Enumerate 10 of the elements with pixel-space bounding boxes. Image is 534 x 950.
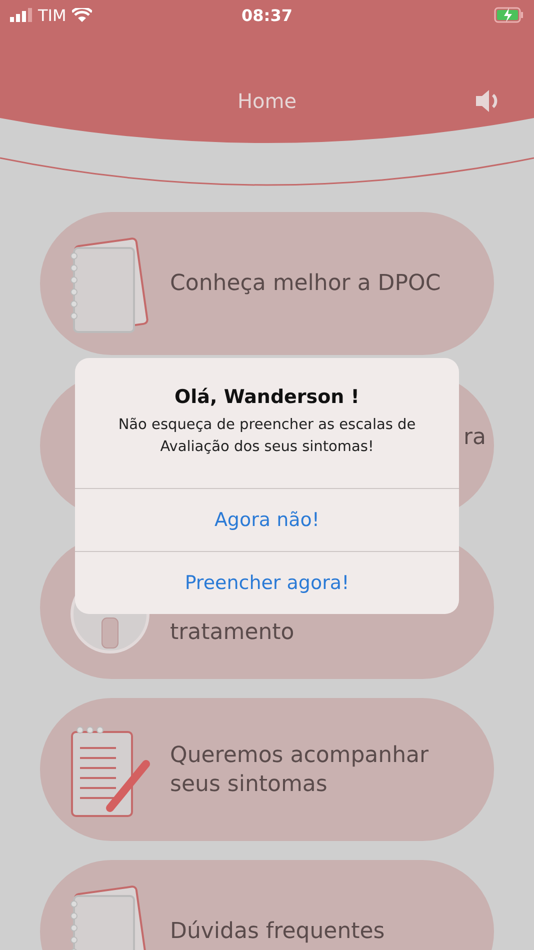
menu-label: Dúvidas frequentes: [170, 918, 385, 946]
clock-time: 08:37: [242, 6, 292, 24]
page-title: Home: [237, 89, 297, 113]
menu-label: ra: [463, 424, 486, 452]
alert-message: Não esqueça de preencher as escalas de Avaliação dos seus sintomas!: [117, 416, 417, 457]
alert-title: Olá, Wanderson !: [174, 386, 360, 408]
menu-label: Conheça melhor a DPOC: [170, 270, 441, 298]
carrier-name: TIM: [38, 6, 66, 24]
menu-label: Queremos acompanhar seus sintomas: [170, 742, 430, 798]
menu-label: tratamento: [170, 621, 294, 645]
